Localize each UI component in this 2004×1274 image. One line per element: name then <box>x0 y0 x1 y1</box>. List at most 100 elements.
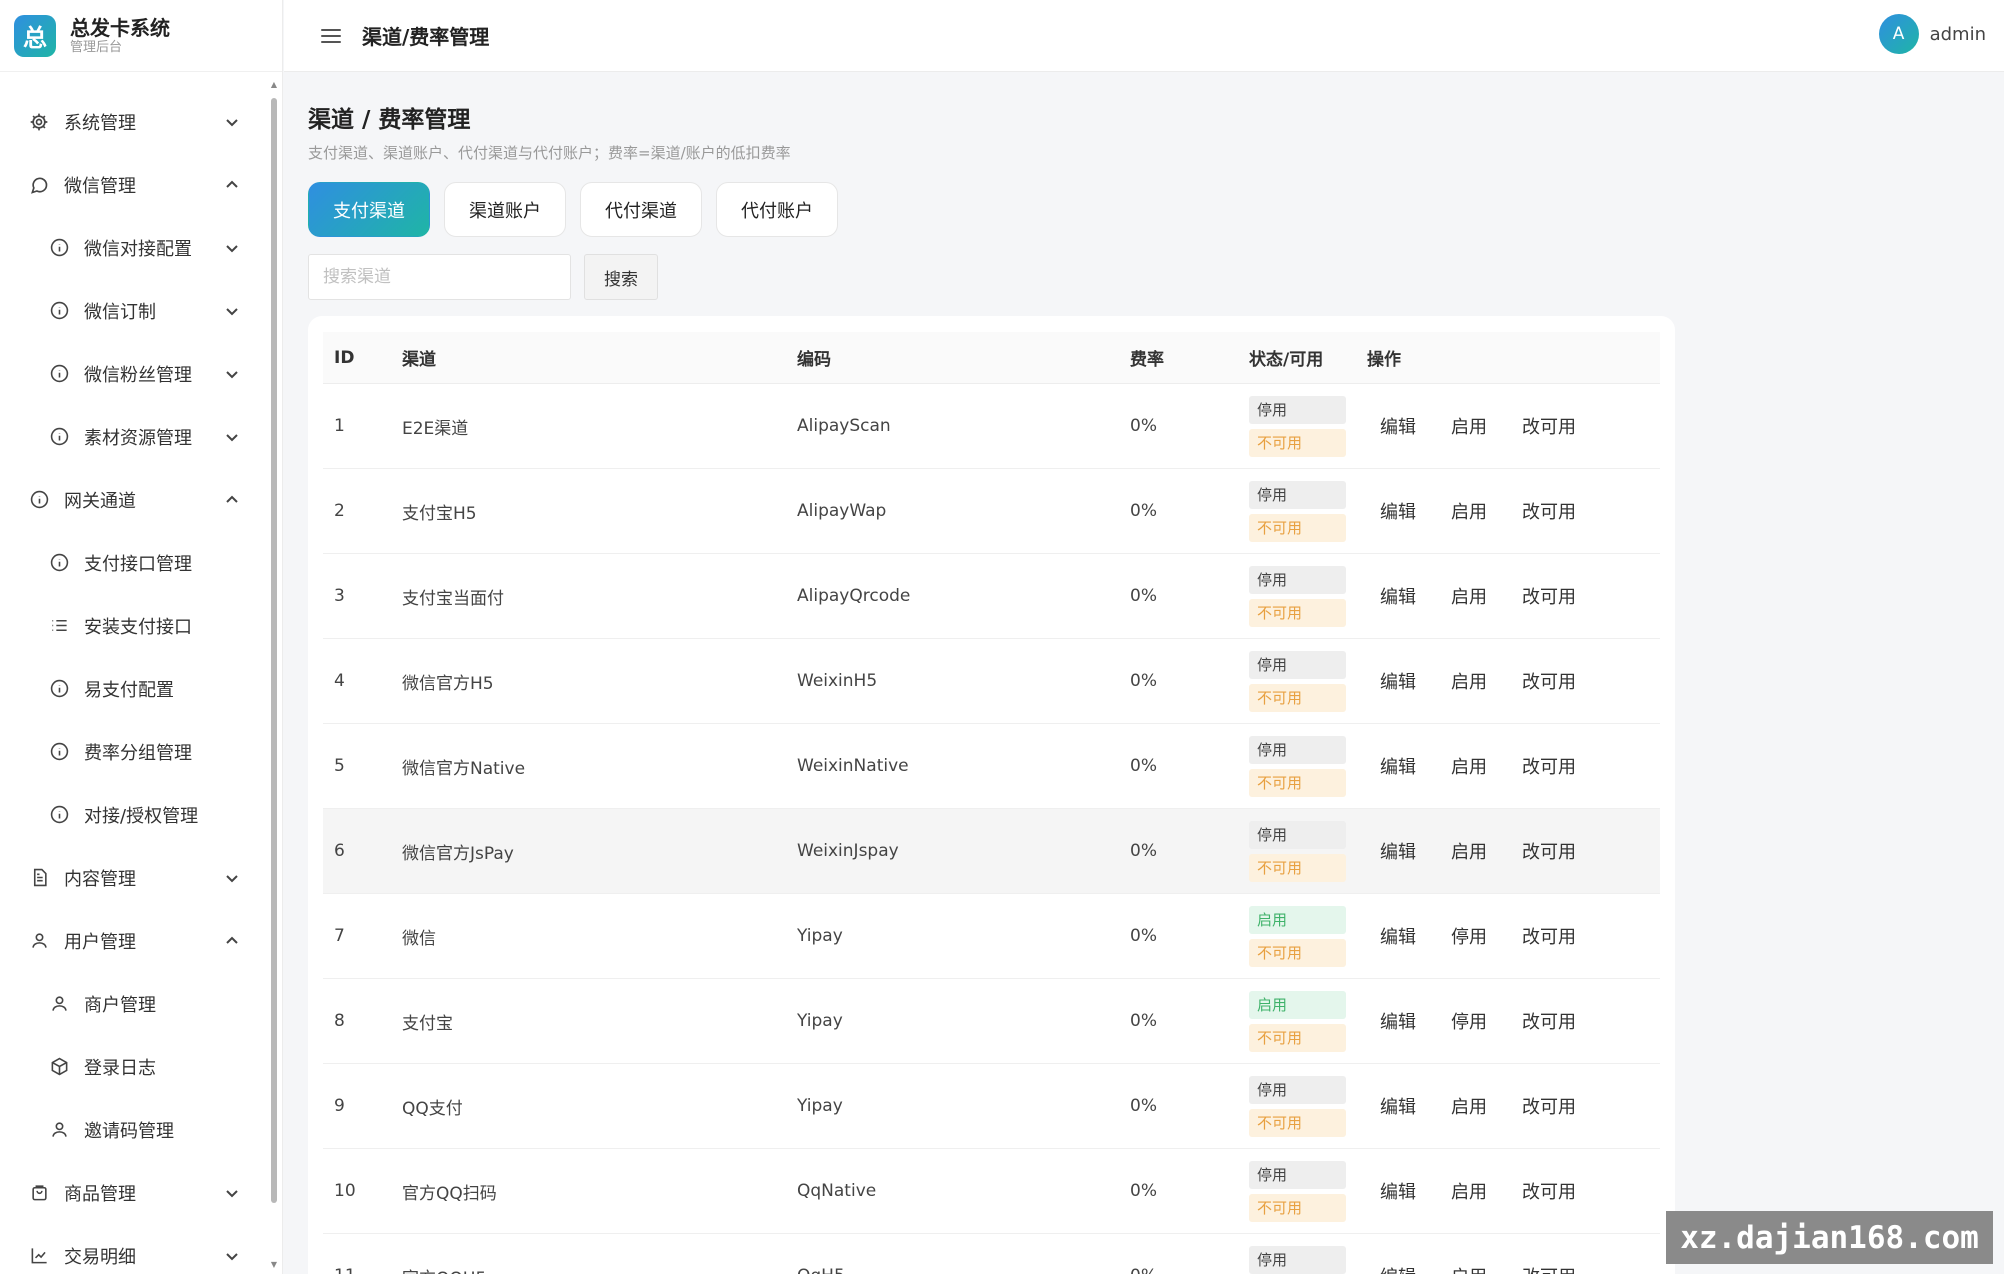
edit-button[interactable]: 编辑 <box>1380 923 1416 949</box>
sidebar-item[interactable]: 邀请码管理 <box>0 1098 270 1161</box>
edit-button[interactable]: 编辑 <box>1380 413 1416 439</box>
tab[interactable]: 支付渠道 <box>308 182 430 237</box>
cell-id: 11 <box>323 1266 402 1274</box>
status-badge: 停用 <box>1249 395 1346 424</box>
tab[interactable]: 代付账户 <box>716 182 838 237</box>
availability-badge: 不可用 <box>1249 683 1346 712</box>
toggle-availability-button[interactable]: 改可用 <box>1522 498 1576 524</box>
search-input[interactable] <box>308 254 571 300</box>
user-menu[interactable]: A admin <box>1878 14 1986 54</box>
sidebar-item[interactable]: 内容管理 <box>0 846 270 909</box>
toggle-status-button[interactable]: 启用 <box>1451 838 1487 864</box>
chevron-down-icon[interactable] <box>224 1185 240 1201</box>
toggle-availability-button[interactable]: 改可用 <box>1522 753 1576 779</box>
chevron-down-icon[interactable] <box>224 1248 240 1264</box>
edit-button[interactable]: 编辑 <box>1380 838 1416 864</box>
edit-button[interactable]: 编辑 <box>1380 1263 1416 1274</box>
tab[interactable]: 代付渠道 <box>580 182 702 237</box>
toggle-status-button[interactable]: 启用 <box>1451 498 1487 524</box>
edit-button[interactable]: 编辑 <box>1380 668 1416 694</box>
toggle-availability-button[interactable]: 改可用 <box>1522 413 1576 439</box>
toggle-availability-button[interactable]: 改可用 <box>1522 1263 1576 1274</box>
tab[interactable]: 渠道账户 <box>444 182 566 237</box>
sidebar-item[interactable]: 用户管理 <box>0 909 270 972</box>
user-icon <box>48 1119 70 1141</box>
toggle-status-button[interactable]: 启用 <box>1451 1093 1487 1119</box>
sidebar-item[interactable]: 对接/授权管理 <box>0 783 270 846</box>
toggle-availability-button[interactable]: 改可用 <box>1522 1178 1576 1204</box>
edit-button[interactable]: 编辑 <box>1380 1093 1416 1119</box>
chevron-down-icon[interactable] <box>224 303 240 319</box>
sidebar-item[interactable]: 商户管理 <box>0 972 270 1035</box>
menu-toggle-icon[interactable] <box>320 25 342 47</box>
user-icon <box>48 993 70 1015</box>
toggle-availability-button[interactable]: 改可用 <box>1522 583 1576 609</box>
toggle-status-button[interactable]: 停用 <box>1451 1008 1487 1034</box>
scroll-up-arrow[interactable]: ▲ <box>270 80 278 90</box>
table-row: 3 支付宝当面付 AlipayQrcode 0% 停用 不可用 编辑 启用 改可用 <box>323 554 1660 639</box>
toggle-availability-button[interactable]: 改可用 <box>1522 1008 1576 1034</box>
sidebar-item-label: 登录日志 <box>84 1057 156 1079</box>
edit-button[interactable]: 编辑 <box>1380 583 1416 609</box>
sidebar-item[interactable]: 费率分组管理 <box>0 720 270 783</box>
sidebar-item[interactable]: 易支付配置 <box>0 657 270 720</box>
chevron-down-icon[interactable] <box>224 366 240 382</box>
username[interactable]: admin <box>1930 24 1986 45</box>
cell-id: 1 <box>334 416 345 436</box>
toggle-availability-button[interactable]: 改可用 <box>1522 838 1576 864</box>
table-row: 6 微信官方JsPay WeixinJspay 0% 停用 不可用 编辑 启用 改可用 <box>323 809 1660 894</box>
sidebar-item[interactable]: 登录日志 <box>0 1035 270 1098</box>
cell-channel: 微信官方H5 <box>402 673 494 694</box>
status-badge: 停用 <box>1249 650 1346 679</box>
sidebar-item[interactable]: 系统管理 <box>0 90 270 153</box>
status-badge: 启用 <box>1249 990 1346 1019</box>
sidebar-scrollbar[interactable]: ▲ ▼ <box>270 80 278 1270</box>
chevron-up-icon[interactable] <box>224 492 240 508</box>
sidebar-item[interactable]: 支付接口管理 <box>0 531 270 594</box>
toggle-availability-button[interactable]: 改可用 <box>1522 923 1576 949</box>
chevron-down-icon[interactable] <box>224 429 240 445</box>
table-row: 10 官方QQ扫码 QqNative 0% 停用 不可用 编辑 启用 改可用 <box>323 1149 1660 1234</box>
info-icon <box>48 741 70 763</box>
toggle-status-button[interactable]: 启用 <box>1451 668 1487 694</box>
chevron-down-icon[interactable] <box>224 870 240 886</box>
sidebar-item[interactable]: 交易明细 <box>0 1224 270 1274</box>
edit-button[interactable]: 编辑 <box>1380 1008 1416 1034</box>
chevron-up-icon[interactable] <box>224 177 240 193</box>
toggle-availability-button[interactable]: 改可用 <box>1522 1093 1576 1119</box>
cell-id: 6 <box>334 841 345 861</box>
status-badge: 停用 <box>1249 1245 1346 1274</box>
sidebar-item[interactable]: 微信粉丝管理 <box>0 342 270 405</box>
sidebar-item[interactable]: 微信对接配置 <box>0 216 270 279</box>
toggle-status-button[interactable]: 启用 <box>1451 1178 1487 1204</box>
chevron-down-icon[interactable] <box>224 240 240 256</box>
sidebar-item[interactable]: 网关通道 <box>0 468 270 531</box>
toggle-status-button[interactable]: 启用 <box>1451 753 1487 779</box>
search-button[interactable]: 搜索 <box>584 254 658 300</box>
cell-id: 7 <box>334 926 345 946</box>
status-badge: 启用 <box>1249 905 1346 934</box>
toggle-status-button[interactable]: 停用 <box>1451 923 1487 949</box>
sidebar-item[interactable]: 商品管理 <box>0 1161 270 1224</box>
col-header-code: 编码 <box>797 350 831 370</box>
availability-badge: 不可用 <box>1249 428 1346 457</box>
sidebar-item[interactable]: 安装支付接口 <box>0 594 270 657</box>
sidebar-item[interactable]: 微信订制 <box>0 279 270 342</box>
sidebar-item[interactable]: 微信管理 <box>0 153 270 216</box>
toggle-status-button[interactable]: 启用 <box>1451 583 1487 609</box>
toggle-availability-button[interactable]: 改可用 <box>1522 668 1576 694</box>
document-icon <box>28 867 50 889</box>
edit-button[interactable]: 编辑 <box>1380 498 1416 524</box>
scroll-thumb[interactable] <box>271 98 277 1203</box>
edit-button[interactable]: 编辑 <box>1380 753 1416 779</box>
chevron-up-icon[interactable] <box>224 933 240 949</box>
avatar[interactable]: A <box>1878 14 1919 54</box>
edit-button[interactable]: 编辑 <box>1380 1178 1416 1204</box>
toggle-status-button[interactable]: 启用 <box>1451 413 1487 439</box>
cell-code: Yipay <box>797 1096 843 1116</box>
chevron-down-icon[interactable] <box>224 114 240 130</box>
sidebar-item[interactable]: 素材资源管理 <box>0 405 270 468</box>
toggle-status-button[interactable]: 启用 <box>1451 1263 1487 1274</box>
brand[interactable]: 总 总发卡系统 管理后台 <box>0 0 282 72</box>
scroll-down-arrow[interactable]: ▼ <box>270 1260 278 1270</box>
